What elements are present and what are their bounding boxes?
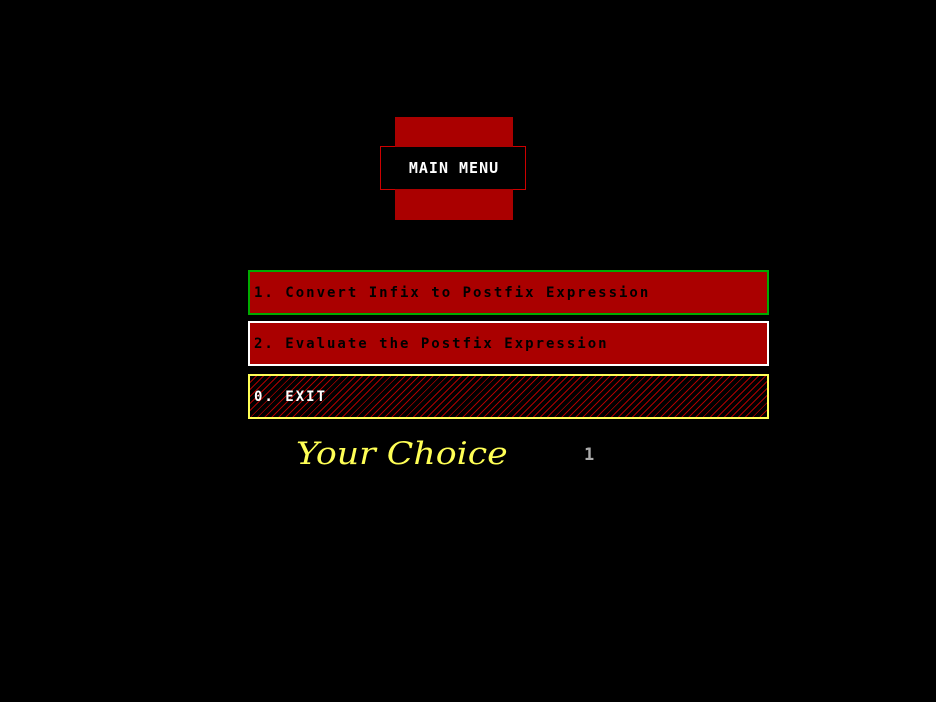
menu-item-exit[interactable]: 0. EXIT xyxy=(248,374,769,419)
main-menu-title: MAIN MENU xyxy=(408,159,500,177)
choice-input-value[interactable]: 1 xyxy=(584,445,594,465)
menu-item-convert-infix[interactable]: 1. Convert Infix to Postfix Expression xyxy=(248,270,769,315)
menu-item-evaluate-postfix[interactable]: 2. Evaluate the Postfix Expression xyxy=(248,321,769,366)
choice-prompt-label: Your Choice xyxy=(296,436,508,472)
